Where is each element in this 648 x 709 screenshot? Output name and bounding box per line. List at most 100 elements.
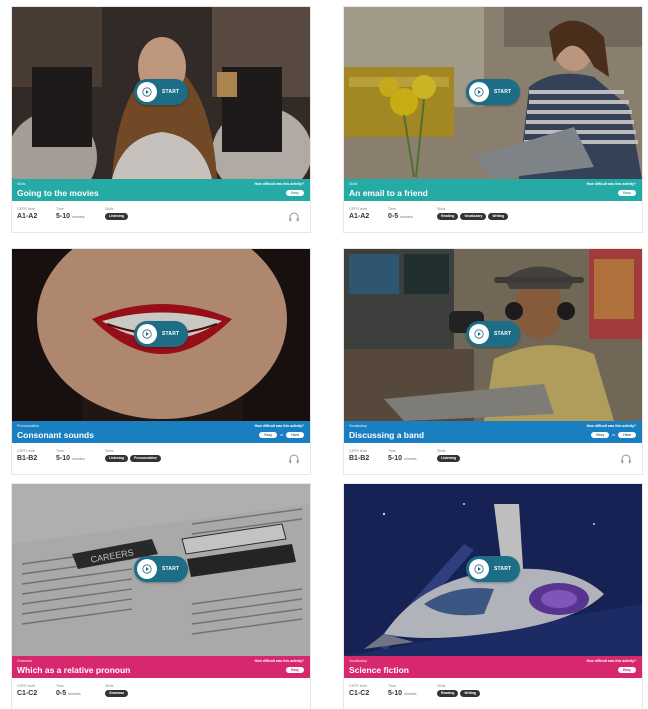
skill-tag: Writing (488, 213, 509, 220)
cefr-level: A1-A2 (349, 213, 370, 220)
activity-card-science-fiction[interactable]: START Vocabulary Science fiction How dif… (344, 484, 642, 709)
skill-tags: Reading Writing (437, 690, 481, 697)
cefr-level: C1-C2 (349, 690, 370, 697)
activity-card-discussing-a-band[interactable]: START Vocabulary Discussing a band How d… (344, 249, 642, 474)
card-title[interactable]: Science fiction (349, 665, 409, 675)
skills-label: Skills (437, 684, 446, 688)
start-button[interactable]: START (134, 79, 188, 105)
difficulty-easy-button[interactable]: Easy (618, 190, 636, 196)
time-unit: minutes (68, 692, 81, 696)
time-label: Time (388, 684, 396, 688)
card-category: Vocabulary (349, 659, 367, 663)
time-value: 5-10 minutes (388, 690, 417, 697)
card-category: Grammar (17, 659, 33, 663)
card-image-scifi[interactable]: START (344, 484, 642, 656)
level-label: CEFR level (349, 449, 368, 453)
card-footer: CEFR level Time Skills A1-A2 5-10 minutes… (12, 201, 310, 232)
skills-label: Skills (105, 449, 114, 453)
activity-card-an-email-to-a-friend[interactable]: START Skills An email to a friend How di… (344, 7, 642, 232)
cefr-level: B1-B2 (17, 455, 38, 462)
skill-tags: Listening (437, 455, 461, 462)
difficulty-question: How difficult was this activity? (254, 424, 304, 428)
skill-tag: Listening (437, 455, 461, 462)
start-button[interactable]: START (466, 321, 520, 347)
start-button[interactable]: START (466, 79, 520, 105)
card-footer: CEFR level Time Skills C1-C2 0-5 minutes … (12, 678, 310, 709)
card-title[interactable]: Consonant sounds (17, 430, 94, 440)
play-icon (469, 82, 489, 102)
headphones-icon (621, 454, 631, 464)
skill-tags: Grammar (105, 690, 129, 697)
cefr-level: B1-B2 (349, 455, 370, 462)
time-range: 5-10 (56, 213, 71, 220)
difficulty-easy-button[interactable]: Easy (286, 190, 304, 196)
time-label: Time (388, 207, 396, 211)
difficulty-question: How difficult was this activity? (254, 659, 304, 663)
card-image-email[interactable]: START (344, 7, 642, 179)
play-icon (469, 559, 489, 579)
card-title-band: Skills Going to the movies How difficult… (12, 179, 310, 201)
time-range: 5-10 (56, 455, 71, 462)
card-footer: CEFR level Time Skills C1-C2 5-10 minutes… (344, 678, 642, 709)
card-image-careers[interactable]: CAREERS START (12, 484, 310, 656)
difficulty-easy-button[interactable]: Easy (259, 432, 278, 438)
start-label: START (494, 89, 512, 95)
difficulty-easy-button[interactable]: Easy (618, 667, 636, 673)
difficulty-or: or (612, 433, 616, 437)
activity-card-consonant-sounds[interactable]: START Pronunciation Consonant sounds How… (12, 249, 310, 474)
activity-card-going-to-the-movies[interactable]: START Skills Going to the movies How dif… (12, 7, 310, 232)
time-range: 0-5 (56, 690, 67, 697)
difficulty-easy-button[interactable]: Easy (286, 667, 304, 673)
card-title[interactable]: Discussing a band (349, 430, 424, 440)
start-label: START (494, 566, 512, 572)
play-icon (137, 559, 157, 579)
headphones-icon (289, 454, 299, 464)
difficulty-or: or (280, 433, 284, 437)
card-title-band: Vocabulary Discussing a band How difficu… (344, 421, 642, 443)
time-unit: minutes (72, 457, 85, 461)
level-label: CEFR level (17, 207, 36, 211)
time-range: 5-10 (388, 455, 403, 462)
time-unit: minutes (400, 215, 413, 219)
level-label: CEFR level (17, 449, 36, 453)
skill-tag: Reading (437, 690, 459, 697)
card-title-band: Grammar Which as a relative pronoun How … (12, 656, 310, 678)
difficulty-options: Easy (618, 190, 636, 196)
skill-tag: Listening (105, 455, 129, 462)
start-button[interactable]: START (134, 321, 188, 347)
time-range: 5-10 (388, 690, 403, 697)
difficulty-question: How difficult was this activity? (586, 182, 636, 186)
time-label: Time (56, 684, 64, 688)
card-image-movies[interactable]: START (12, 7, 310, 179)
skills-label: Skills (105, 684, 114, 688)
difficulty-hard-button[interactable]: Hard (286, 432, 304, 438)
card-image-radio[interactable]: START (344, 249, 642, 421)
difficulty-question: How difficult was this activity? (254, 182, 304, 186)
difficulty-options: Easy (286, 667, 304, 673)
card-title[interactable]: Which as a relative pronoun (17, 665, 130, 675)
play-icon (137, 324, 157, 344)
difficulty-easy-button[interactable]: Easy (591, 432, 610, 438)
time-label: Time (56, 449, 64, 453)
card-category: Skills (17, 182, 26, 186)
time-unit: minutes (72, 215, 85, 219)
card-footer: CEFR level Time Skills A1-A2 0-5 minutes … (344, 201, 642, 232)
skill-tag: Listening (105, 213, 129, 220)
cefr-level: C1-C2 (17, 690, 38, 697)
skill-tag: Grammar (105, 690, 129, 697)
start-button[interactable]: START (466, 556, 520, 582)
skill-tag: Pronunciation (130, 455, 161, 462)
difficulty-hard-button[interactable]: Hard (618, 432, 636, 438)
card-title[interactable]: Going to the movies (17, 188, 99, 198)
difficulty-options: Easy (286, 190, 304, 196)
card-title[interactable]: An email to a friend (349, 188, 428, 198)
card-image-smile[interactable]: START (12, 249, 310, 421)
difficulty-question: How difficult was this activity? (586, 424, 636, 428)
card-title-band: Skills An email to a friend How difficul… (344, 179, 642, 201)
start-button[interactable]: START (134, 556, 188, 582)
time-unit: minutes (404, 692, 417, 696)
card-footer: CEFR level Time Skills B1-B2 5-10 minutes… (344, 443, 642, 474)
level-label: CEFR level (349, 207, 368, 211)
activity-card-which-as-a-relative-pronoun[interactable]: CAREERS START Grammar Which as a relativ… (12, 484, 310, 709)
time-value: 0-5 minutes (388, 213, 413, 220)
